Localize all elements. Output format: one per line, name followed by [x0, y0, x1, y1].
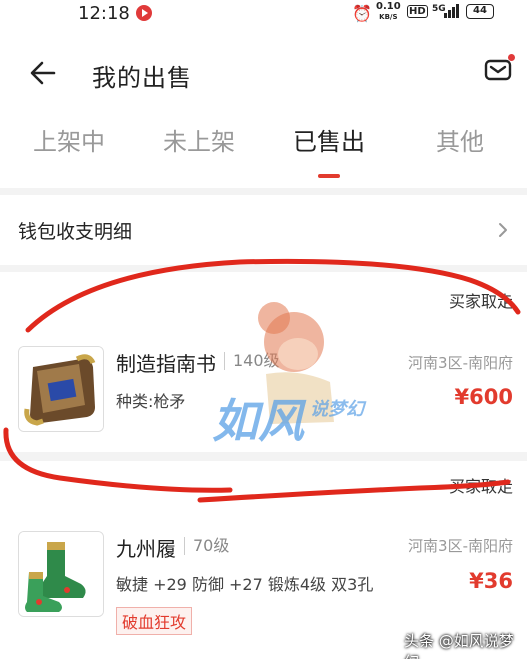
item-attribute: 敏捷 +29 防御 +27 锻炼4级 双3孔 — [116, 575, 374, 594]
status-bar: 12:18 ⏰ 0.10 KB/S HD 5G 44 — [0, 0, 527, 30]
tab-listed[interactable]: 上架中 — [14, 122, 124, 157]
active-tab-indicator — [318, 174, 340, 178]
battery-icon: 44 — [466, 4, 494, 19]
wallet-details-row[interactable]: 钱包收支明细 — [0, 195, 527, 265]
order-status: 买家取走 — [448, 477, 513, 496]
item-thumbnail — [18, 531, 104, 617]
screen-record-icon — [136, 5, 152, 21]
item-name: 制造指南书 — [116, 352, 216, 376]
item-tag: 破血狂攻 — [116, 607, 193, 635]
tab-unlisted[interactable]: 未上架 — [144, 122, 254, 157]
network-speed: 0.10 KB/S — [376, 1, 401, 22]
item-level: 70级 — [184, 537, 229, 555]
alarm-icon: ⏰ — [352, 4, 372, 23]
chevron-right-icon — [499, 223, 507, 237]
item-server: 河南3区-南阳府 — [408, 537, 513, 555]
item-server: 河南3区-南阳府 — [408, 354, 513, 372]
tab-bar: 上架中 未上架 已售出 其他 — [0, 118, 527, 188]
back-arrow-icon[interactable] — [28, 58, 58, 88]
item-thumbnail — [18, 346, 104, 432]
sold-order-card[interactable]: 买家取走 九州履 70级 河南3区-南阳府 敏捷 +29 防御 +27 锻炼4级… — [0, 461, 527, 659]
tab-sold[interactable]: 已售出 — [274, 122, 384, 157]
item-name: 九州履 — [116, 537, 176, 561]
hd-icon: HD — [407, 5, 428, 18]
page-title: 我的出售 — [92, 64, 192, 92]
status-time: 12:18 — [78, 3, 130, 24]
signal-icon — [444, 4, 460, 18]
notification-dot — [508, 54, 515, 61]
item-level: 140级 — [224, 352, 280, 370]
sold-order-card[interactable]: 买家取走 制造指南书 140级 河南3区-南阳府 种类:枪矛 ¥600 — [0, 272, 527, 452]
tab-other[interactable]: 其他 — [405, 122, 515, 157]
item-attribute: 种类:枪矛 — [116, 392, 186, 411]
item-price: ¥36 — [469, 569, 513, 593]
order-status: 买家取走 — [448, 292, 513, 311]
boots-item-image — [19, 532, 103, 616]
mail-icon[interactable] — [484, 58, 512, 82]
scroll-item-image — [19, 347, 103, 431]
wallet-details-label: 钱包收支明细 — [18, 221, 133, 243]
item-price: ¥600 — [454, 385, 513, 409]
header: 我的出售 — [0, 30, 527, 118]
